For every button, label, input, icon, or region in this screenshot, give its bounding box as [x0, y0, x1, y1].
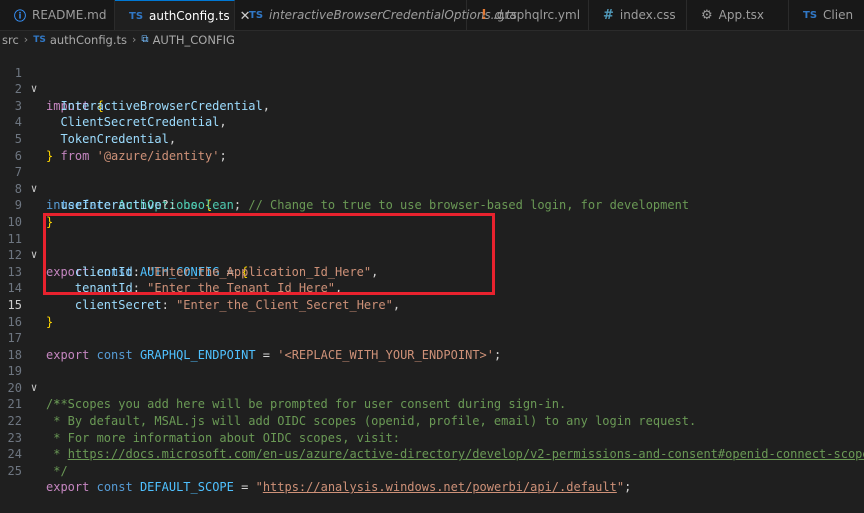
react-icon: ⚙	[701, 7, 713, 23]
code-line[interactable]: 25 export const DEFAULT_SCOPE = "https:/…	[0, 446, 864, 495]
code-line[interactable]: 9 }	[0, 181, 864, 229]
breadcrumb: src › TS authConfig.ts › ⧉ AUTH_CONFIG	[0, 31, 864, 48]
tab-interactive-browser-credential-options[interactable]: TS interactiveBrowserCredentialOptions.d…	[235, 0, 517, 30]
code-line[interactable]: 4 TokenCredential,	[0, 98, 864, 146]
code-line-current[interactable]: 15 }	[0, 280, 864, 329]
code-line[interactable]: 3 ClientSecretCredential,	[0, 81, 864, 130]
chevron-right-icon: ›	[132, 33, 137, 46]
chevron-right-icon: ›	[23, 33, 29, 46]
code-line[interactable]: 19 ∨ /**	[0, 347, 864, 411]
code-line[interactable]: 7 ∨ interface AuthOptions {	[0, 148, 864, 212]
typescript-icon: TS	[33, 34, 46, 45]
tab-label: .graphqlrc.yml	[492, 8, 581, 22]
keyword: const	[96, 480, 133, 495]
breadcrumb-folder[interactable]: src	[2, 33, 19, 47]
line-number: 25	[7, 463, 22, 478]
punctuation: ;	[624, 480, 632, 495]
code-line[interactable]: 12 clientId: "Enter_the_Application_Id_H…	[0, 231, 864, 279]
code-line[interactable]: 20 * Scopes you add here will be prompte…	[0, 363, 864, 412]
code-line[interactable]: 23 * https://docs.microsoft.com/en-us/az…	[0, 413, 864, 462]
tab-index-css[interactable]: # index.css	[589, 0, 687, 30]
yaml-icon: !	[481, 7, 487, 23]
tab-label: README.md	[32, 8, 107, 22]
typescript-icon: TS	[249, 9, 264, 21]
string-link[interactable]: https://analysis.windows.net/powerbi/api…	[263, 480, 617, 494]
tab-label: authConfig.ts	[149, 9, 230, 23]
code-line[interactable]: 1 ∨ import {	[0, 48, 864, 113]
breadcrumb-symbol[interactable]: AUTH_CONFIG	[153, 33, 235, 47]
code-line[interactable]: 18	[0, 330, 864, 362]
code-line[interactable]: 22 * For more information about OIDC sco…	[0, 396, 864, 445]
symbol-variable-icon: ⧉	[141, 34, 149, 45]
code-line[interactable]: 6	[0, 131, 864, 163]
code-line[interactable]: 2 InteractiveBrowserCredential,	[0, 65, 864, 113]
code-line[interactable]: 5 } from '@azure/identity';	[0, 114, 864, 163]
comment: */	[46, 463, 68, 478]
code-line[interactable]: 10	[0, 197, 864, 229]
code-line[interactable]: 21 * By default, MSAL.js will add OIDC s…	[0, 380, 864, 428]
css-icon: #	[603, 7, 614, 23]
code-line[interactable]: 17 export const GRAPHQL_ENDPOINT = '<REP…	[0, 314, 864, 362]
tab-label: App.tsx	[718, 8, 764, 22]
typescript-icon: TS	[129, 10, 144, 22]
tab-readme[interactable]: ⓘ README.md	[0, 0, 115, 30]
info-icon: ⓘ	[14, 8, 27, 23]
tab-graphqlrc[interactable]: ! .graphqlrc.yml	[467, 0, 589, 30]
operator: =	[241, 480, 249, 495]
code-line[interactable]: 13 tenantId: "Enter_the_Tenant_Id_Here",	[0, 247, 864, 296]
typescript-icon: TS	[803, 9, 818, 21]
editor-tab-bar: ⓘ README.md TS authConfig.ts ✕ TS intera…	[0, 0, 864, 31]
string-quote: "	[616, 480, 625, 495]
code-editor[interactable]: 1 ∨ import { 2 InteractiveBrowserCredent…	[0, 48, 864, 495]
tab-label: Clien	[823, 8, 854, 22]
string-quote: "	[255, 480, 263, 495]
tab-app-tsx[interactable]: ⚙ App.tsx	[687, 0, 789, 30]
code-line[interactable]: 8 useInteractive?: boolean; // Change to…	[0, 164, 864, 213]
code-line[interactable]: 16	[0, 297, 864, 329]
tab-authconfig[interactable]: TS authConfig.ts ✕	[115, 0, 250, 30]
breadcrumb-file[interactable]: authConfig.ts	[50, 33, 127, 47]
code-line[interactable]: 14 clientSecret: "Enter_the_Client_Secre…	[0, 264, 864, 312]
code-line[interactable]: 24 */	[0, 430, 864, 478]
tab-label: index.css	[619, 8, 676, 22]
keyword: export	[46, 480, 90, 495]
tab-client-truncated[interactable]: TS Clien	[789, 0, 864, 30]
code-line[interactable]: 11 ∨ export const AUTH_CONFIG = {	[0, 214, 864, 279]
constant-name: DEFAULT_SCOPE	[139, 480, 234, 495]
